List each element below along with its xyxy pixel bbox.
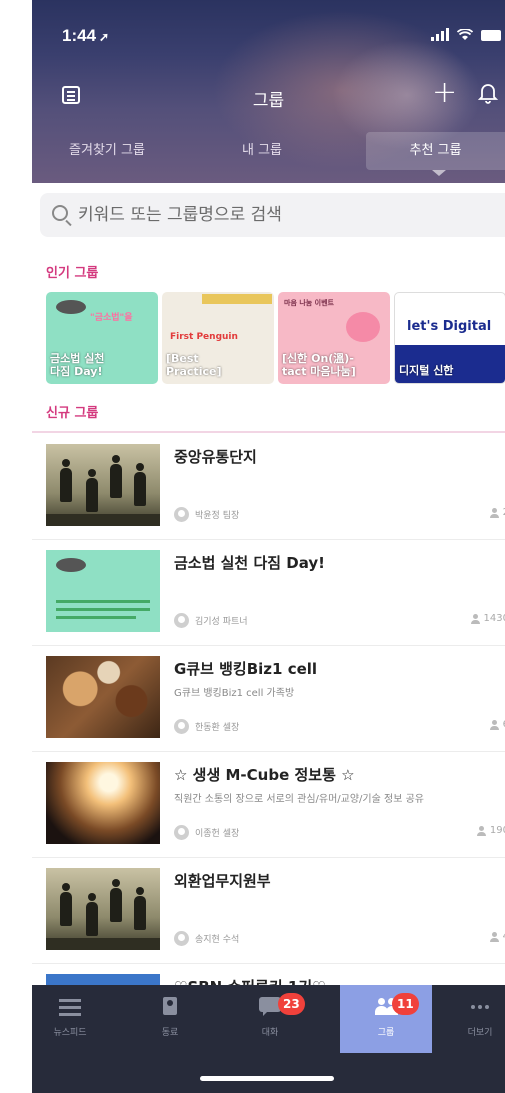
member-count: 6 bbox=[489, 719, 505, 730]
wifi-icon bbox=[457, 29, 473, 40]
popular-section-title: 인기 그룹 bbox=[46, 266, 99, 281]
group-owner: 김기성 파트너 bbox=[174, 612, 248, 628]
group-owner: 이종헌 셀장 bbox=[174, 824, 239, 840]
colleagues-icon bbox=[159, 997, 181, 1017]
active-tab-caret bbox=[432, 170, 446, 176]
popular-card-label: [Best Practice] bbox=[166, 352, 222, 378]
app-frame: 1:44 ➚ 그룹 + 즐겨찾기 그룹 내 그룹 추천 그룹 키워드 또는 그룹… bbox=[32, 0, 505, 1093]
home-indicator bbox=[200, 1076, 334, 1081]
group-list-item[interactable]: 금소법 실천 다짐 Day! 김기성 파트너 1430 bbox=[32, 540, 505, 646]
group-thumbnail bbox=[46, 444, 160, 526]
owner-avatar-icon bbox=[174, 506, 189, 522]
group-title: ☆ 생생 M-Cube 정보통 ☆ bbox=[174, 766, 355, 784]
tab-recommended[interactable]: 추천 그룹 bbox=[366, 132, 505, 170]
owner-avatar-icon bbox=[174, 824, 189, 840]
owner-name: 송지현 수석 bbox=[195, 934, 240, 945]
group-title: G큐브 뱅킹Biz1 cell bbox=[174, 660, 318, 678]
popular-card-label: 금소법 실천 다짐 Day! bbox=[50, 352, 105, 378]
tab-newsfeed[interactable]: 뉴스피드 bbox=[32, 985, 108, 1053]
new-section-title: 신규 그룹 bbox=[46, 406, 99, 421]
section-divider bbox=[32, 431, 505, 433]
group-title: 외환업무지원부 bbox=[174, 872, 271, 890]
tab-groups[interactable]: 그룹 11 bbox=[340, 985, 432, 1053]
group-owner: 송지현 수석 bbox=[174, 930, 239, 946]
person-icon bbox=[476, 825, 486, 836]
status-bar: 1:44 ➚ bbox=[32, 0, 505, 60]
search-bar[interactable] bbox=[40, 193, 505, 237]
popular-card-label: 디지털 신한 bbox=[399, 364, 454, 377]
group-thumbnail bbox=[46, 868, 160, 950]
group-thumbnail bbox=[46, 550, 160, 632]
group-list-item[interactable]: G큐브 뱅킹Biz1 cell G큐브 뱅킹Biz1 cell 가족방한동환 셀장… bbox=[32, 646, 505, 752]
group-list-item[interactable]: 외환업무지원부송지현 수석 4 bbox=[32, 858, 505, 964]
group-thumbnail bbox=[46, 656, 160, 738]
group-owner: 박윤정 팀장 bbox=[174, 506, 239, 522]
group-thumbnail bbox=[46, 762, 160, 844]
header: 1:44 ➚ 그룹 + 즐겨찾기 그룹 내 그룹 추천 그룹 bbox=[32, 0, 505, 183]
group-title: 중앙유통단지 bbox=[174, 448, 257, 466]
member-count: 2 bbox=[489, 507, 505, 518]
tab-my-groups[interactable]: 내 그룹 bbox=[182, 132, 342, 170]
group-list-item[interactable]: ☆ 생생 M-Cube 정보통 ☆ 직원간 소통의 장으로 서로의 관심/유머/교… bbox=[32, 752, 505, 858]
group-list-item[interactable]: 중앙유통단지박윤정 팀장 2 bbox=[32, 434, 505, 540]
member-count: 4 bbox=[489, 931, 505, 942]
person-icon bbox=[489, 931, 499, 942]
member-count: 1430 bbox=[470, 613, 505, 624]
person-icon bbox=[470, 613, 480, 624]
group-tabs: 즐겨찾기 그룹 내 그룹 추천 그룹 bbox=[32, 132, 505, 170]
tab-chat[interactable]: 대화 23 bbox=[232, 985, 308, 1053]
owner-avatar-icon bbox=[174, 612, 189, 628]
popular-card-label: [신한 On(溫)- tact 마음나눔] bbox=[282, 352, 356, 378]
person-icon bbox=[489, 507, 499, 518]
owner-name: 김기성 파트너 bbox=[195, 616, 248, 627]
groups-badge: 11 bbox=[392, 993, 419, 1015]
member-count-value: 190 bbox=[489, 825, 505, 836]
member-count: 190 bbox=[476, 825, 505, 836]
tab-more[interactable]: 더보기 bbox=[442, 985, 505, 1053]
group-owner: 한동환 셀장 bbox=[174, 718, 239, 734]
location-arrow-icon: ➚ bbox=[99, 30, 110, 44]
owner-avatar-icon bbox=[174, 718, 189, 734]
owner-name: 한동환 셀장 bbox=[195, 722, 240, 733]
popular-groups-row: "금소법"을 금소법 실천 다짐 Day! First Penguin [Bes… bbox=[46, 292, 505, 384]
popular-card[interactable]: "금소법"을 금소법 실천 다짐 Day! bbox=[46, 292, 158, 384]
tab-favorites[interactable]: 즐겨찾기 그룹 bbox=[32, 132, 182, 170]
owner-name: 이종헌 셀장 bbox=[195, 828, 240, 839]
group-title: 금소법 실천 다짐 Day! bbox=[174, 554, 325, 572]
add-group-icon[interactable]: + bbox=[432, 78, 457, 108]
member-count-value: 1430 bbox=[483, 613, 505, 624]
group-description: 직원간 소통의 장으로 서로의 관심/유머/교양/기술 정보 공유 bbox=[174, 794, 424, 805]
chat-badge: 23 bbox=[278, 993, 305, 1015]
status-time: 1:44 ➚ bbox=[62, 26, 110, 45]
more-icon bbox=[469, 997, 491, 1017]
battery-icon bbox=[481, 30, 501, 41]
popular-card[interactable]: 마음 나눔 이벤트 [신한 On(溫)- tact 마음나눔] bbox=[278, 292, 390, 384]
search-icon bbox=[52, 205, 68, 221]
owner-name: 박윤정 팀장 bbox=[195, 510, 240, 521]
signal-icon bbox=[431, 28, 449, 41]
search-input[interactable] bbox=[78, 193, 498, 237]
bell-icon[interactable] bbox=[478, 82, 498, 104]
person-icon bbox=[489, 719, 499, 730]
tab-colleagues[interactable]: 동료 bbox=[132, 985, 208, 1053]
popular-card[interactable]: let's Digital 디지털 신한 bbox=[394, 292, 505, 384]
newsfeed-icon bbox=[59, 997, 81, 1017]
owner-avatar-icon bbox=[174, 930, 189, 946]
group-description: G큐브 뱅킹Biz1 cell 가족방 bbox=[174, 688, 295, 699]
popular-card[interactable]: First Penguin [Best Practice] bbox=[162, 292, 274, 384]
